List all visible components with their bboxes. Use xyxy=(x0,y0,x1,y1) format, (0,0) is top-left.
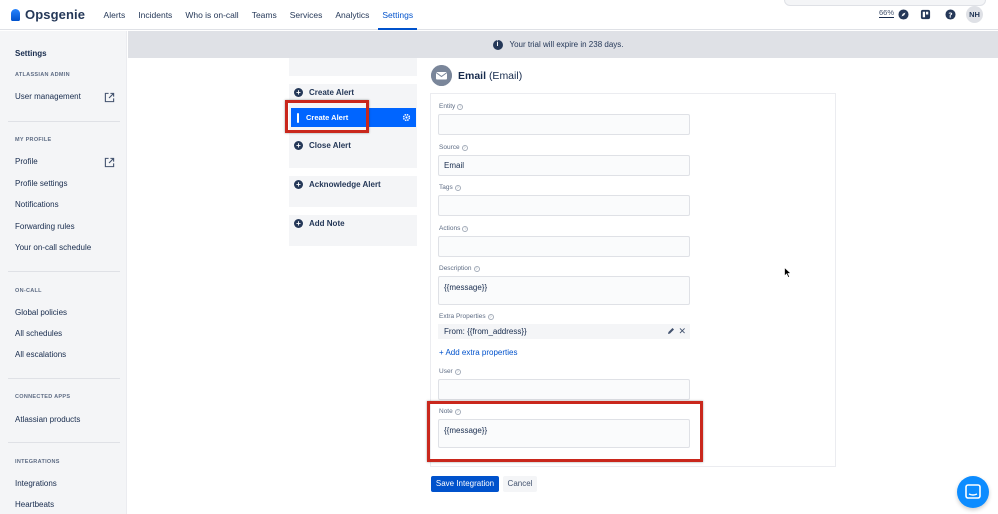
nav-services[interactable]: Services xyxy=(290,0,323,30)
user-label: User? xyxy=(439,368,461,375)
highlight-box-selected-rule xyxy=(285,100,369,133)
source-label: Source? xyxy=(439,144,468,151)
sidebar-divider xyxy=(8,271,120,272)
tags-label: Tags? xyxy=(439,184,461,191)
plus-icon: + xyxy=(294,141,303,150)
help-icon[interactable]: ? xyxy=(462,225,469,232)
sidebar-item-all-schedules[interactable]: All schedules xyxy=(15,329,62,338)
section-integrations: INTEGRATIONS xyxy=(15,459,60,465)
action-add-note[interactable]: + Add Note xyxy=(294,219,345,228)
sidebar-item-global-policies[interactable]: Global policies xyxy=(15,308,67,317)
plus-icon: + xyxy=(294,88,303,97)
action-acknowledge-alert[interactable]: + Acknowledge Alert xyxy=(294,180,381,189)
nav-settings[interactable]: Settings xyxy=(378,0,417,30)
sidebar-item-user-management[interactable]: User management xyxy=(15,92,81,101)
help-icon[interactable]: ? xyxy=(945,9,956,20)
help-icon[interactable]: ? xyxy=(461,144,468,151)
chat-icon xyxy=(965,484,981,499)
description-field[interactable]: {{message}} xyxy=(438,276,690,305)
extra-properties-label: Extra Properties? xyxy=(439,313,494,320)
sidebar-item-profile[interactable]: Profile xyxy=(15,157,38,166)
help-icon[interactable]: ? xyxy=(473,265,480,272)
sidebar-divider xyxy=(8,442,120,443)
trial-banner: i Your trial will expire in 238 days. xyxy=(128,31,998,58)
action-label: Acknowledge Alert xyxy=(309,180,381,189)
external-link-icon[interactable] xyxy=(104,157,115,168)
section-on-call: ON-CALL xyxy=(15,288,42,294)
description-label: Description? xyxy=(439,265,480,272)
gear-icon[interactable] xyxy=(402,113,411,122)
save-integration-button[interactable]: Save Integration xyxy=(431,476,499,492)
actions-label: Actions? xyxy=(439,225,469,232)
opsgenie-logo[interactable]: Opsgenie xyxy=(11,7,85,22)
sidebar-item-atlassian-products[interactable]: Atlassian products xyxy=(15,415,80,424)
pencil-icon[interactable] xyxy=(667,327,675,335)
add-extra-properties-link[interactable]: + Add extra properties xyxy=(439,348,518,357)
section-my-profile: MY PROFILE xyxy=(15,137,52,143)
close-icon[interactable]: ✕ xyxy=(678,326,686,337)
plus-icon: + xyxy=(294,219,303,228)
integration-name: Email xyxy=(458,70,487,82)
action-create-alert-header[interactable]: + Create Alert xyxy=(294,88,354,97)
actions-field[interactable] xyxy=(438,236,690,257)
nav-analytics[interactable]: Analytics xyxy=(335,0,369,30)
section-connected-apps: CONNECTED APPS xyxy=(15,394,71,400)
sidebar-item-notifications[interactable]: Notifications xyxy=(15,200,59,209)
nav-who-is-on-call[interactable]: Who is on-call xyxy=(185,0,238,30)
action-label: Add Note xyxy=(309,219,345,228)
action-label: Close Alert xyxy=(309,141,351,150)
mouse-cursor-icon xyxy=(784,267,792,278)
opsgenie-logo-icon xyxy=(11,8,20,21)
sidebar-item-integrations[interactable]: Integrations xyxy=(15,479,57,488)
apps-icon[interactable] xyxy=(920,9,931,20)
compass-icon[interactable] xyxy=(898,9,909,20)
help-icon[interactable]: ? xyxy=(454,368,461,375)
plus-icon: + xyxy=(294,180,303,189)
sidebar-divider xyxy=(8,378,120,379)
extra-property-value: From: {{from_address}} xyxy=(444,327,527,336)
source-field[interactable]: Email xyxy=(438,155,690,176)
action-card-top xyxy=(289,58,417,76)
user-field[interactable] xyxy=(438,379,690,400)
external-link-icon[interactable] xyxy=(104,92,115,103)
sidebar-item-heartbeats[interactable]: Heartbeats xyxy=(15,500,54,509)
trial-banner-text: Your trial will expire in 238 days. xyxy=(509,40,624,49)
sidebar-divider xyxy=(8,121,120,122)
svg-text:?: ? xyxy=(948,10,952,19)
highlight-box-note-field xyxy=(427,401,703,462)
search-bar[interactable] xyxy=(784,0,986,6)
entity-label: Entity? xyxy=(439,103,464,110)
entity-field[interactable] xyxy=(438,114,690,135)
nav-incidents[interactable]: Incidents xyxy=(138,0,172,30)
nav-teams[interactable]: Teams xyxy=(252,0,277,30)
integration-type: (Email) xyxy=(488,70,523,82)
email-integration-icon xyxy=(431,65,452,86)
integration-title: Email (Email) xyxy=(458,70,522,82)
action-close-alert[interactable]: + Close Alert xyxy=(294,141,351,150)
action-label: Create Alert xyxy=(309,88,355,97)
sidebar-item-profile-settings[interactable]: Profile settings xyxy=(15,179,67,188)
sidebar-item-on-call-schedule[interactable]: Your on-call schedule xyxy=(15,243,91,252)
section-atlassian-admin: ATLASSIAN ADMIN xyxy=(15,72,70,78)
extra-property-row[interactable]: From: {{from_address}} ✕ xyxy=(438,324,690,339)
info-icon: i xyxy=(492,39,503,50)
tags-field[interactable] xyxy=(438,195,690,216)
settings-sidebar: Settings ATLASSIAN ADMIN User management… xyxy=(0,31,127,514)
help-icon[interactable]: ? xyxy=(487,313,494,320)
chat-button[interactable] xyxy=(957,476,989,508)
help-icon[interactable]: ? xyxy=(454,184,461,191)
sidebar-item-all-escalations[interactable]: All escalations xyxy=(15,350,66,359)
app-name: Opsgenie xyxy=(25,7,86,22)
user-avatar[interactable]: NH xyxy=(966,6,983,23)
cancel-button[interactable]: Cancel xyxy=(503,476,537,492)
sidebar-title: Settings xyxy=(15,49,47,58)
help-icon[interactable]: ? xyxy=(457,103,464,110)
nav-alerts[interactable]: Alerts xyxy=(104,0,126,30)
sidebar-item-forwarding-rules[interactable]: Forwarding rules xyxy=(15,222,75,231)
zoom-level[interactable]: 66% xyxy=(879,9,895,18)
